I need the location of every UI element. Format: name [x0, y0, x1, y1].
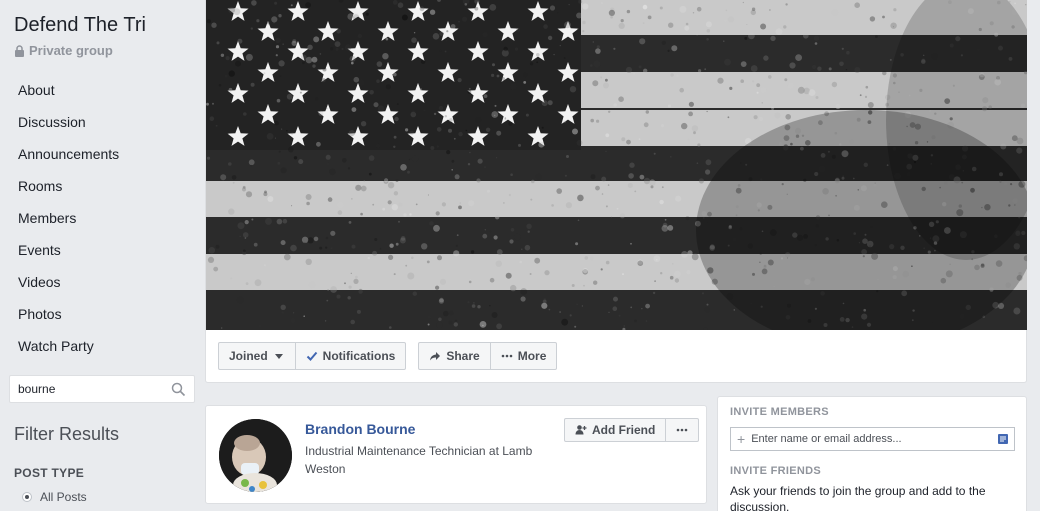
invite-friends-text: Ask your friends to join the group and a…	[730, 484, 986, 511]
ellipsis-icon	[501, 354, 513, 358]
member-result-card: Brandon Bourne Industrial Maintenance Te…	[205, 405, 707, 504]
share-button[interactable]: Share	[419, 343, 489, 369]
contacts-icon[interactable]	[997, 433, 1009, 445]
filter-results-heading: Filter Results	[14, 424, 120, 444]
search-icon[interactable]	[171, 382, 186, 397]
sidebar-item-about[interactable]: About	[18, 81, 119, 113]
invite-members-field[interactable]: + Enter name or email address...	[730, 427, 1015, 451]
share-more-button-group: Share More	[418, 342, 558, 370]
post-type-heading: POST TYPE	[14, 466, 85, 480]
share-label: Share	[446, 349, 480, 363]
notifications-label: Notifications	[322, 349, 396, 363]
ellipsis-icon	[677, 428, 688, 432]
lock-icon	[15, 44, 24, 57]
add-friend-button[interactable]: Add Friend	[565, 419, 665, 441]
sidebar-item-events[interactable]: Events	[18, 241, 119, 273]
radio-button[interactable]	[22, 492, 32, 502]
invite-card: INVITE MEMBERS + Enter name or email add…	[717, 396, 1027, 511]
left-sidebar: Defend The Tri Private group About Discu…	[0, 0, 205, 511]
plus-icon: +	[737, 431, 746, 447]
cover-card: Joined Notifications Share More	[205, 0, 1027, 383]
sidebar-item-members[interactable]: Members	[18, 209, 119, 241]
joined-button[interactable]: Joined	[219, 343, 295, 369]
sidebar-item-photos[interactable]: Photos	[18, 305, 119, 337]
notifications-button[interactable]: Notifications	[294, 343, 406, 369]
flag-image	[206, 0, 1027, 330]
invite-input-placeholder: Enter name or email address...	[751, 433, 902, 445]
avatar[interactable]	[219, 419, 292, 492]
invite-members-heading: INVITE MEMBERS	[730, 406, 829, 418]
cover-photo[interactable]	[206, 0, 1027, 330]
sidebar-item-announcements[interactable]: Announcements	[18, 145, 119, 177]
group-search-box	[9, 375, 195, 403]
more-button[interactable]: More	[489, 343, 557, 369]
profile-photo	[219, 419, 292, 492]
membership-button-group: Joined Notifications	[218, 342, 407, 370]
check-icon	[306, 351, 317, 361]
member-description: Industrial Maintenance Technician at Lam…	[305, 444, 533, 476]
member-more-button[interactable]	[665, 419, 698, 441]
add-friend-label: Add Friend	[592, 423, 656, 437]
post-type-option-all[interactable]: All Posts	[22, 490, 87, 504]
privacy-text: Private group	[29, 43, 113, 58]
member-actions: Add Friend	[564, 418, 700, 442]
group-privacy-label: Private group	[14, 43, 113, 58]
joined-label: Joined	[229, 349, 268, 363]
share-arrow-icon	[430, 352, 441, 361]
post-type-option-label: All Posts	[40, 490, 87, 504]
group-search-input[interactable]	[18, 382, 168, 396]
sidebar-item-watch-party[interactable]: Watch Party	[18, 337, 119, 369]
sidebar-item-videos[interactable]: Videos	[18, 273, 119, 305]
group-title[interactable]: Defend The Tri	[14, 14, 146, 37]
group-action-bar: Joined Notifications Share More	[218, 342, 558, 370]
more-label: More	[517, 349, 547, 363]
add-friend-icon	[575, 425, 587, 435]
invite-friends-heading: INVITE FRIENDS	[730, 465, 821, 477]
group-nav: About Discussion Announcements Rooms Mem…	[18, 81, 119, 369]
sidebar-item-rooms[interactable]: Rooms	[18, 177, 119, 209]
caret-down-icon	[274, 354, 283, 359]
member-name-link[interactable]: Brandon Bourne	[305, 421, 415, 437]
sidebar-item-discussion[interactable]: Discussion	[18, 113, 119, 145]
